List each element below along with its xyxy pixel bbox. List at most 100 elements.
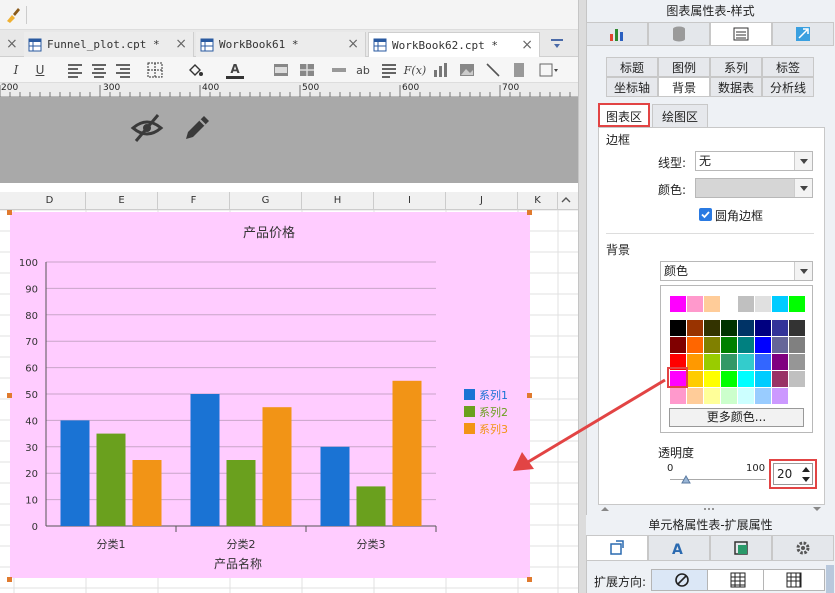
- bar[interactable]: [392, 380, 422, 526]
- tab-cell-settings[interactable]: [772, 535, 834, 561]
- rounded-border-checkbox[interactable]: [699, 208, 712, 221]
- column-header-d[interactable]: D: [14, 192, 86, 210]
- color-swatch[interactable]: [772, 354, 788, 370]
- color-swatch[interactable]: [687, 354, 703, 370]
- subtab-datasheet[interactable]: 数据表: [710, 77, 762, 97]
- widget-icon[interactable]: [538, 61, 560, 79]
- color-swatch[interactable]: [721, 371, 737, 387]
- subtab-background[interactable]: 背景: [658, 77, 710, 97]
- color-swatch[interactable]: [738, 388, 754, 404]
- color-swatch[interactable]: [687, 388, 703, 404]
- tab-plot-area[interactable]: 绘图区: [652, 104, 708, 128]
- tab-cell-style[interactable]: A: [648, 535, 710, 561]
- color-swatch[interactable]: [738, 320, 754, 336]
- bar[interactable]: [356, 486, 386, 526]
- resize-handle[interactable]: [527, 393, 532, 398]
- resize-handle[interactable]: [7, 577, 12, 582]
- panel-splitter[interactable]: [578, 0, 586, 593]
- color-swatch[interactable]: [755, 354, 771, 370]
- resize-handle[interactable]: [7, 393, 12, 398]
- column-header-h[interactable]: H: [302, 192, 374, 210]
- color-swatch[interactable]: [755, 371, 771, 387]
- recent-color-swatch[interactable]: [721, 296, 737, 312]
- color-swatch[interactable]: [721, 337, 737, 353]
- column-header-i[interactable]: I: [374, 192, 446, 210]
- formula-icon[interactable]: F(x): [404, 61, 426, 79]
- subtab-axis[interactable]: 坐标轴: [606, 77, 658, 97]
- column-header-f[interactable]: F: [158, 192, 230, 210]
- image-icon[interactable]: [458, 61, 476, 79]
- color-swatch[interactable]: [670, 320, 686, 336]
- color-swatch[interactable]: [687, 320, 703, 336]
- recent-color-swatch[interactable]: [704, 296, 720, 312]
- resize-handle[interactable]: [527, 210, 532, 215]
- bar[interactable]: [96, 433, 126, 526]
- color-swatch[interactable]: [687, 337, 703, 353]
- column-header-j[interactable]: J: [446, 192, 518, 210]
- subtab-analysis-line[interactable]: 分析线: [762, 77, 814, 97]
- sub-report-icon[interactable]: [510, 61, 528, 79]
- color-swatch[interactable]: [789, 320, 805, 336]
- tab-cell-other[interactable]: [710, 535, 772, 561]
- color-swatch[interactable]: [721, 320, 737, 336]
- opacity-slider-thumb[interactable]: [681, 475, 691, 485]
- align-center-icon[interactable]: [90, 61, 108, 79]
- spinner-down-icon[interactable]: [800, 475, 812, 484]
- color-swatch[interactable]: [738, 371, 754, 387]
- align-right-icon[interactable]: [114, 61, 132, 79]
- color-swatch[interactable]: [704, 371, 720, 387]
- color-swatch[interactable]: [670, 388, 686, 404]
- bar[interactable]: [60, 420, 90, 526]
- recent-color-swatch[interactable]: [687, 296, 703, 312]
- spinner-up-icon[interactable]: [800, 465, 812, 474]
- color-swatch[interactable]: [704, 388, 720, 404]
- slash-icon[interactable]: [484, 61, 502, 79]
- vertical-scrollbar[interactable]: [826, 565, 834, 593]
- expand-none-button[interactable]: [651, 569, 713, 591]
- opacity-spinner[interactable]: 20: [773, 463, 813, 485]
- bar[interactable]: [320, 446, 350, 526]
- tab-list-icon[interactable]: [550, 37, 564, 51]
- pencil-icon[interactable]: [180, 111, 214, 145]
- recent-color-swatch[interactable]: [670, 296, 686, 312]
- tab-close-icon[interactable]: ×: [6, 36, 18, 52]
- expand-horizontal-button[interactable]: [763, 569, 825, 591]
- tab-chart-style[interactable]: [710, 22, 772, 46]
- align-left-icon[interactable]: [66, 61, 84, 79]
- subtab-label[interactable]: 标签: [762, 57, 814, 77]
- tab-cell-expand[interactable]: [586, 535, 648, 561]
- tab-workbook61[interactable]: WorkBook61 * ×: [196, 32, 366, 57]
- color-swatch[interactable]: [670, 337, 686, 353]
- tab-close-icon[interactable]: ×: [175, 36, 187, 52]
- border-icon[interactable]: [146, 61, 164, 79]
- scroll-up-icon[interactable]: [560, 194, 572, 206]
- color-swatch[interactable]: [738, 337, 754, 353]
- tab-close-icon[interactable]: ×: [347, 36, 359, 52]
- more-colors-button[interactable]: 更多颜色...: [669, 408, 804, 427]
- color-swatch[interactable]: [772, 371, 788, 387]
- paragraph-icon[interactable]: [380, 61, 398, 79]
- column-header-e[interactable]: E: [86, 192, 158, 210]
- chart-icon[interactable]: [432, 61, 450, 79]
- bar[interactable]: [226, 460, 256, 526]
- color-swatch[interactable]: [772, 337, 788, 353]
- bar[interactable]: [262, 407, 292, 526]
- chart-area[interactable]: 产品价格 0 10 20 30 40 50 60 70 80 90 100 分类1 分类2 分类3 产品…: [10, 212, 530, 578]
- tab-workbook62[interactable]: WorkBook62.cpt * ×: [368, 32, 540, 57]
- text-icon[interactable]: ab: [354, 61, 372, 79]
- resize-handle[interactable]: [7, 210, 12, 215]
- tab-chart-effects[interactable]: [772, 22, 834, 46]
- recent-color-swatch[interactable]: [755, 296, 771, 312]
- split-icon[interactable]: [298, 61, 316, 79]
- insert-row-icon[interactable]: [330, 61, 348, 79]
- color-swatch[interactable]: [789, 354, 805, 370]
- format-brush-icon[interactable]: [4, 6, 22, 24]
- recent-color-swatch[interactable]: [772, 296, 788, 312]
- panel-collapse-bar[interactable]: [595, 505, 827, 513]
- resize-handle[interactable]: [527, 577, 532, 582]
- color-swatch[interactable]: [789, 388, 805, 404]
- font-color-icon[interactable]: A: [226, 61, 244, 79]
- background-type-select[interactable]: 颜色: [660, 261, 813, 281]
- color-swatch[interactable]: [789, 371, 805, 387]
- border-color-select[interactable]: [695, 178, 813, 198]
